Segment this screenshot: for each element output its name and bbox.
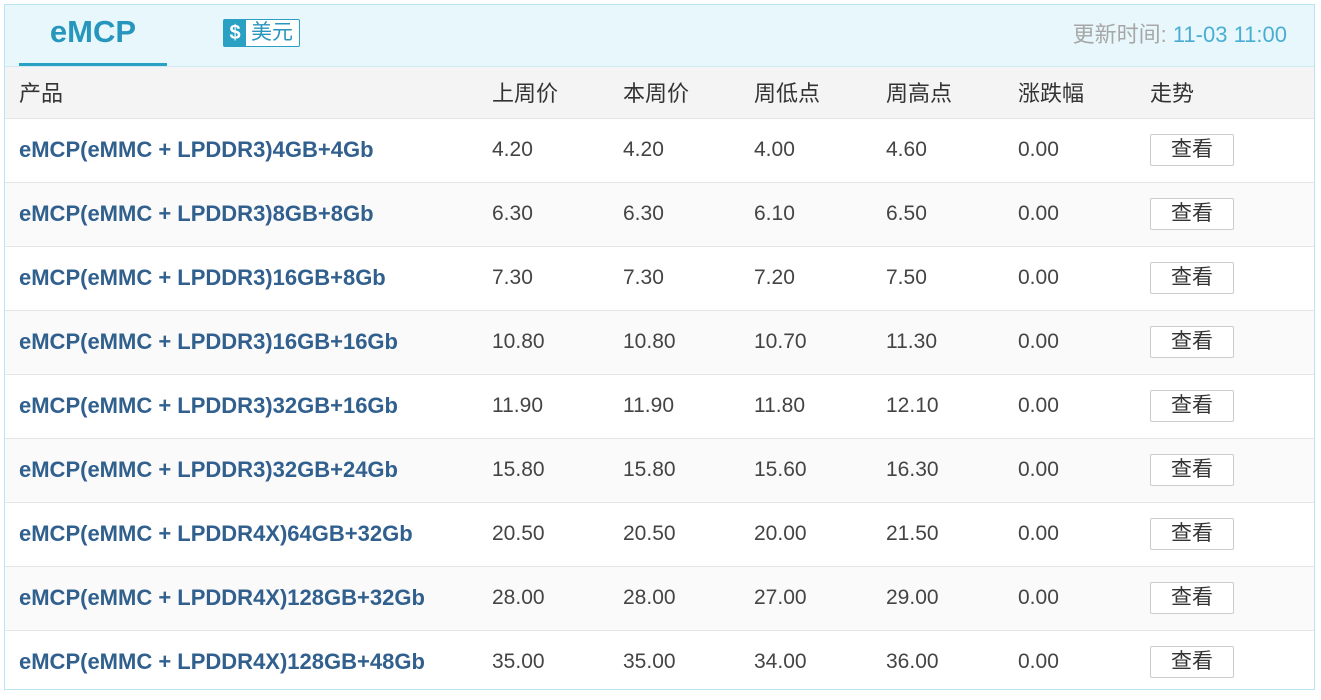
product-name[interactable]: eMCP(eMMC + LPDDR4X)64GB+32Gb	[5, 502, 492, 566]
week-low: 20.00	[754, 522, 807, 545]
this-week-price: 35.00	[623, 650, 676, 674]
week-high: 36.00	[886, 650, 939, 674]
week-high: 16.30	[886, 458, 939, 481]
product-name[interactable]: eMCP(eMMC + LPDDR4X)128GB+32Gb	[5, 566, 492, 630]
update-time-value: 11-03 11:00	[1172, 22, 1287, 47]
column-header-week-high: 周高点	[886, 67, 1018, 119]
product-name[interactable]: eMCP(eMMC + LPDDR4X)128GB+48Gb	[5, 630, 492, 689]
week-low: 27.00	[754, 586, 807, 609]
this-week-price: 10.80	[623, 330, 676, 353]
week-low: 4.00	[754, 138, 795, 161]
product-name[interactable]: eMCP(eMMC + LPDDR3)16GB+16Gb	[5, 310, 492, 374]
price-change: 0.00	[1018, 330, 1059, 353]
view-trend-button[interactable]: 查看	[1150, 518, 1234, 550]
week-high: 4.60	[886, 138, 927, 161]
price-change: 0.00	[1018, 266, 1059, 289]
table-row: eMCP(eMMC + LPDDR3)8GB+8Gb 6.30 6.30 6.1…	[5, 182, 1314, 246]
view-trend-button[interactable]: 查看	[1150, 262, 1234, 294]
price-change: 0.00	[1018, 202, 1059, 225]
trend-cell: 查看	[1150, 118, 1314, 182]
week-high: 12.10	[886, 394, 939, 417]
trend-cell: 查看	[1150, 182, 1314, 246]
column-header-product: 产品	[5, 67, 492, 119]
price-change: 0.00	[1018, 650, 1059, 674]
table-row: eMCP(eMMC + LPDDR3)4GB+4Gb 4.20 4.20 4.0…	[5, 118, 1314, 182]
last-week-price: 15.80	[492, 458, 545, 481]
week-high: 29.00	[886, 586, 939, 609]
product-name[interactable]: eMCP(eMMC + LPDDR3)8GB+8Gb	[5, 182, 492, 246]
this-week-price: 15.80	[623, 458, 676, 481]
week-low: 6.10	[754, 202, 795, 225]
dollar-icon: $	[224, 20, 246, 46]
price-panel: eMCP $ 美元 更新时间: 11-03 11:00 产品 上周价 本周价 周…	[4, 4, 1315, 690]
table-row: eMCP(eMMC + LPDDR4X)128GB+32Gb 28.00 28.…	[5, 566, 1314, 630]
table-header-row: 产品 上周价 本周价 周低点 周高点 涨跌幅 走势	[5, 67, 1314, 119]
tab-emcp[interactable]: eMCP	[19, 5, 167, 66]
week-low: 10.70	[754, 330, 807, 353]
last-week-price: 10.80	[492, 330, 545, 353]
trend-cell: 查看	[1150, 310, 1314, 374]
trend-cell: 查看	[1150, 630, 1314, 689]
column-header-last-week: 上周价	[492, 67, 623, 119]
this-week-price: 11.90	[623, 394, 674, 417]
last-week-price: 4.20	[492, 138, 533, 161]
product-name[interactable]: eMCP(eMMC + LPDDR3)16GB+8Gb	[5, 246, 492, 310]
week-low: 7.20	[754, 266, 795, 289]
view-trend-button[interactable]: 查看	[1150, 134, 1234, 166]
view-trend-button[interactable]: 查看	[1150, 646, 1234, 679]
price-change: 0.00	[1018, 458, 1059, 481]
panel-header: eMCP $ 美元 更新时间: 11-03 11:00	[5, 5, 1314, 67]
week-high: 6.50	[886, 202, 927, 225]
last-week-price: 28.00	[492, 586, 545, 609]
week-high: 21.50	[886, 522, 939, 545]
table-row: eMCP(eMMC + LPDDR3)32GB+24Gb 15.80 15.80…	[5, 438, 1314, 502]
price-change: 0.00	[1018, 522, 1059, 545]
this-week-price: 6.30	[623, 202, 664, 225]
trend-cell: 查看	[1150, 438, 1314, 502]
update-time: 更新时间: 11-03 11:00	[1073, 21, 1287, 49]
view-trend-button[interactable]: 查看	[1150, 390, 1234, 422]
currency-toggle[interactable]: $ 美元	[223, 19, 300, 47]
product-name[interactable]: eMCP(eMMC + LPDDR3)32GB+16Gb	[5, 374, 492, 438]
trend-cell: 查看	[1150, 374, 1314, 438]
last-week-price: 11.90	[492, 394, 543, 417]
trend-cell: 查看	[1150, 566, 1314, 630]
trend-cell: 查看	[1150, 246, 1314, 310]
view-trend-button[interactable]: 查看	[1150, 582, 1234, 614]
last-week-price: 6.30	[492, 202, 533, 225]
column-header-trend: 走势	[1150, 67, 1314, 119]
week-low: 11.80	[754, 394, 805, 417]
view-trend-button[interactable]: 查看	[1150, 454, 1234, 486]
week-high: 11.30	[886, 330, 937, 353]
price-table: 产品 上周价 本周价 周低点 周高点 涨跌幅 走势 eMCP(eMMC + LP…	[5, 67, 1314, 689]
last-week-price: 35.00	[492, 650, 545, 674]
this-week-price: 4.20	[623, 138, 664, 161]
week-high: 7.50	[886, 266, 927, 289]
week-low: 34.00	[754, 650, 807, 674]
table-row: eMCP(eMMC + LPDDR4X)64GB+32Gb 20.50 20.5…	[5, 502, 1314, 566]
last-week-price: 20.50	[492, 522, 545, 545]
column-header-week-low: 周低点	[754, 67, 886, 119]
column-header-change: 涨跌幅	[1018, 67, 1150, 119]
currency-label: 美元	[251, 21, 293, 44]
price-change: 0.00	[1018, 138, 1059, 161]
last-week-price: 7.30	[492, 266, 533, 289]
table-row: eMCP(eMMC + LPDDR4X)128GB+48Gb 35.00 35.…	[5, 630, 1314, 689]
table-row: eMCP(eMMC + LPDDR3)16GB+8Gb 7.30 7.30 7.…	[5, 246, 1314, 310]
trend-cell: 查看	[1150, 502, 1314, 566]
week-low: 15.60	[754, 458, 807, 481]
table-row: eMCP(eMMC + LPDDR3)32GB+16Gb 11.90 11.90…	[5, 374, 1314, 438]
view-trend-button[interactable]: 查看	[1150, 198, 1234, 230]
this-week-price: 28.00	[623, 586, 676, 609]
this-week-price: 7.30	[623, 266, 664, 289]
table-row: eMCP(eMMC + LPDDR3)16GB+16Gb 10.80 10.80…	[5, 310, 1314, 374]
product-name[interactable]: eMCP(eMMC + LPDDR3)32GB+24Gb	[5, 438, 492, 502]
update-time-label: 更新时间:	[1072, 22, 1173, 47]
price-change: 0.00	[1018, 586, 1059, 609]
this-week-price: 20.50	[623, 522, 676, 545]
price-change: 0.00	[1018, 394, 1059, 417]
view-trend-button[interactable]: 查看	[1150, 326, 1234, 358]
column-header-this-week: 本周价	[623, 67, 754, 119]
product-name[interactable]: eMCP(eMMC + LPDDR3)4GB+4Gb	[5, 118, 492, 182]
